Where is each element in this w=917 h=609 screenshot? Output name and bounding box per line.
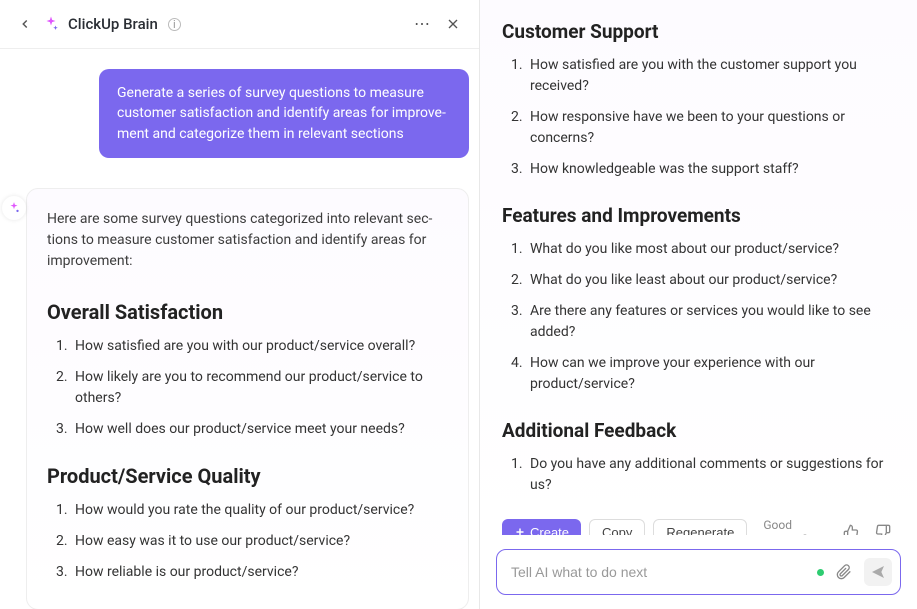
more-button[interactable]: ⋯ bbox=[410, 10, 435, 38]
thumbs-down-button[interactable] bbox=[871, 520, 895, 535]
regenerate-button[interactable]: Regenerate bbox=[653, 519, 747, 536]
list-item: How reliable is our product/service? bbox=[71, 562, 448, 583]
ai-answer-card-right: Customer Support How satisfied are you wi… bbox=[480, 0, 917, 535]
good-answer-label: Good answer? bbox=[763, 518, 831, 535]
chevron-left-icon bbox=[18, 17, 32, 31]
question-list: How satisfied are you with our product/s… bbox=[47, 336, 448, 440]
create-button[interactable]: Create bbox=[502, 519, 581, 536]
sparkle-icon bbox=[7, 201, 21, 215]
ai-intro-text: Here are some survey questions categoriz… bbox=[47, 209, 448, 272]
section-title: Product/Service Quality bbox=[47, 464, 448, 488]
ai-answer-card-left: Here are some survey questions categoriz… bbox=[26, 188, 469, 609]
status-indicator bbox=[817, 569, 824, 576]
copy-button[interactable]: Copy bbox=[589, 519, 645, 536]
list-item: What do you like least about our product… bbox=[526, 270, 895, 291]
section-title: Features and Improvements bbox=[502, 204, 895, 227]
thumbs-down-icon bbox=[875, 524, 891, 535]
list-item: Are there any features or services you w… bbox=[526, 301, 895, 343]
brain-icon bbox=[42, 15, 60, 33]
thumbs-up-button[interactable] bbox=[839, 520, 863, 535]
list-item: How well does our product/service meet y… bbox=[71, 419, 448, 440]
section-title: Additional Feedback bbox=[502, 419, 895, 442]
ai-avatar bbox=[2, 196, 26, 220]
page-title: ClickUp Brain bbox=[68, 15, 158, 33]
list-item: How responsive have we been to your ques… bbox=[526, 107, 895, 149]
section-title: Overall Satisfaction bbox=[47, 300, 448, 324]
user-message: Generate a series of survey questions to… bbox=[99, 69, 469, 158]
list-item: How satisfied are you with the customer … bbox=[526, 55, 895, 97]
back-button[interactable] bbox=[14, 13, 36, 35]
send-icon bbox=[870, 564, 886, 580]
question-list: What do you like most about our product/… bbox=[502, 239, 895, 395]
question-list: Do you have any additional comments or s… bbox=[502, 454, 895, 496]
send-button[interactable] bbox=[864, 558, 892, 586]
list-item: How easy was it to use our product/servi… bbox=[71, 531, 448, 552]
header: ClickUp Brain i ⋯ bbox=[0, 0, 479, 49]
ai-input[interactable] bbox=[511, 564, 809, 580]
list-item: How knowledgeable was the support staff? bbox=[526, 159, 895, 180]
chat-content: Generate a series of survey questions to… bbox=[0, 49, 479, 609]
list-item: How likely are you to recommend our prod… bbox=[71, 367, 448, 409]
plus-icon bbox=[514, 526, 526, 535]
paperclip-icon bbox=[836, 564, 852, 580]
list-item: How can we improve your experience with … bbox=[526, 353, 895, 395]
create-label: Create bbox=[530, 525, 569, 536]
close-icon bbox=[445, 16, 461, 32]
section-title: Customer Support bbox=[502, 20, 895, 43]
ai-input-bar bbox=[496, 549, 901, 595]
thumbs-up-icon bbox=[843, 524, 859, 535]
list-item: What do you like most about our product/… bbox=[526, 239, 895, 260]
list-item: Do you have any additional comments or s… bbox=[526, 454, 895, 496]
action-bar: Create Copy Regenerate Good answer? bbox=[502, 518, 895, 535]
list-item: How would you rate the quality of our pr… bbox=[71, 500, 448, 521]
question-list: How satisfied are you with the customer … bbox=[502, 55, 895, 180]
close-button[interactable] bbox=[441, 12, 465, 36]
attach-button[interactable] bbox=[832, 560, 856, 584]
question-list: How would you rate the quality of our pr… bbox=[47, 500, 448, 583]
info-icon[interactable]: i bbox=[168, 18, 181, 31]
list-item: How satisfied are you with our product/s… bbox=[71, 336, 448, 357]
